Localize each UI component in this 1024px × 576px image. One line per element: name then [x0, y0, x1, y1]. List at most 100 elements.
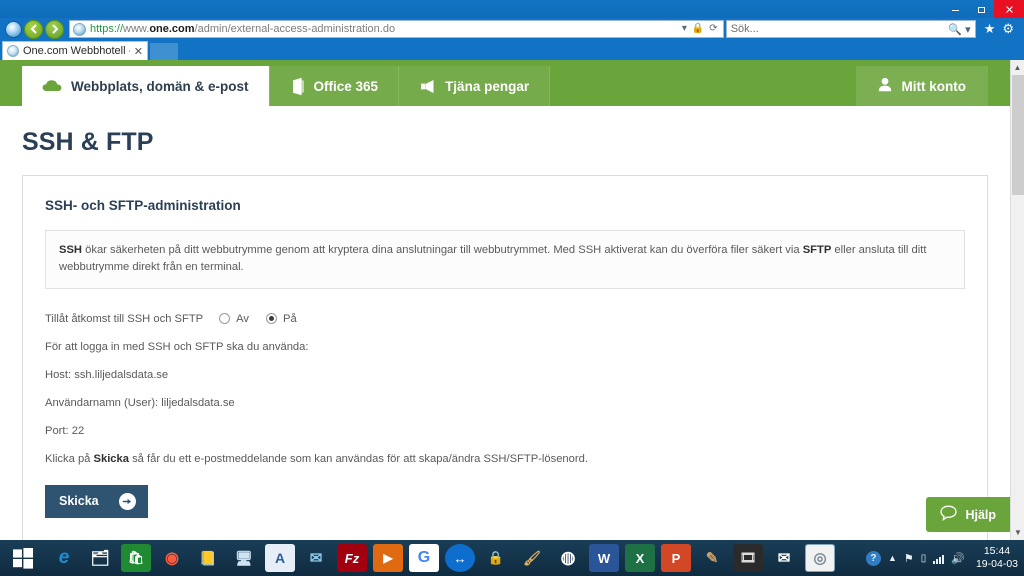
chevron-down-icon[interactable]: ▾ [682, 24, 687, 34]
info-bold-sftp: SFTP [802, 244, 832, 256]
taskbar-item-microsoft-powerpoint[interactable]: P [661, 544, 691, 572]
send-hint-pre: Klicka på [45, 452, 94, 465]
my-account-label: Mitt konto [901, 78, 966, 94]
taskbar-item-google-search[interactable]: G [409, 544, 439, 572]
tab-favicon-icon [7, 45, 19, 57]
page-scrollbar[interactable]: ▲ ▼ [1010, 60, 1024, 540]
user-icon [878, 77, 892, 95]
page-content: SSH & FTP SSH- och SFTP-administration S… [0, 128, 1010, 540]
taskbar-item-mail-client[interactable]: ✉ [769, 544, 799, 572]
info-text-part1: ökar säkerheten på ditt webbutrymme geno… [82, 244, 803, 256]
site-tab-earn-money[interactable]: Tjäna pengar [399, 66, 551, 106]
favorites-star-icon[interactable]: ★ [984, 21, 996, 37]
taskbar-item-internet-explorer[interactable]: e [49, 544, 79, 572]
back-button[interactable] [24, 19, 43, 39]
taskbar-item-microsoft-excel[interactable]: X [625, 544, 655, 572]
taskbar-item-microsoft-word[interactable]: W [589, 544, 619, 572]
taskbar-item-google-chrome[interactable]: ◍ [553, 544, 583, 572]
taskbar-item-file-explorer[interactable]: 🗂 [85, 544, 115, 572]
browser-toolbar-icons: ★ ⚙ [976, 21, 1020, 37]
browser-navigation-bar: https://www.one.com/admin/external-acces… [0, 18, 1024, 40]
help-question-icon[interactable]: ? [865, 550, 881, 566]
volume-icon[interactable]: 🔊 [951, 552, 965, 565]
address-bar[interactable]: https://www.one.com/admin/external-acces… [69, 20, 724, 38]
start-button[interactable] [0, 540, 46, 576]
url-scheme: https:// [90, 23, 124, 35]
site-tab-label: Office 365 [313, 78, 379, 94]
forward-button[interactable] [45, 19, 64, 39]
flag-icon[interactable]: ⚑ [904, 552, 914, 565]
radio-option-on[interactable]: På [265, 312, 297, 325]
url-www: www. [123, 23, 150, 35]
browser-tab[interactable]: One.com Webbhotell - Do... ✕ [2, 41, 148, 60]
scrollbar-thumb[interactable] [1012, 75, 1024, 195]
taskbar-item-photo-tool[interactable]: 🔒 [481, 544, 511, 572]
chat-bubble-icon [940, 505, 958, 524]
search-icon[interactable]: 🔍 ▾ [948, 23, 970, 36]
clock-date: 19-04-03 [975, 558, 1018, 570]
submit-button-label: Skicka [59, 494, 99, 509]
taskbar-item-video-player[interactable]: ▶ [373, 544, 403, 572]
taskbar-item-notes-app[interactable]: 📒 [193, 544, 223, 572]
megaphone-icon [419, 79, 436, 94]
radio-on-label: På [282, 312, 297, 325]
url-path: /admin/external-access-administration.do [194, 23, 396, 35]
taskbar-item-mail-app[interactable]: ✉ [301, 544, 331, 572]
taskbar-item-filezilla[interactable]: Fz [337, 544, 367, 572]
taskbar-item-text-editor[interactable]: A [265, 544, 295, 572]
windows-taskbar: e 🗂 🛍 ◉ 📒 🖥 A ✉ Fz ▶ G ↔ 🔒 🖌 ◍ W X P ✎ 🎞… [0, 540, 1024, 576]
taskbar-item-remote-tool[interactable]: 🖥 [229, 544, 259, 572]
username-line: Användarnamn (User): liljedalsdata.se [45, 396, 235, 409]
scroll-down-arrow-icon[interactable]: ▼ [1011, 525, 1024, 540]
page-viewport: Webbplats, domän & e-post Office 365 Tjä… [0, 60, 1010, 540]
refresh-icon[interactable]: ⟳ [709, 24, 717, 34]
submit-button[interactable]: Skicka [45, 484, 148, 518]
taskbar-item-office-tool[interactable]: 🖌 [517, 544, 547, 572]
signal-bars-icon[interactable] [933, 553, 945, 564]
page-favicon-icon [73, 22, 86, 36]
site-tab-office-365[interactable]: Office 365 [269, 66, 400, 106]
radio-off-icon[interactable] [219, 313, 231, 325]
close-button[interactable] [994, 0, 1024, 18]
help-label: Hjälp [965, 507, 996, 522]
radio-option-off[interactable]: Av [219, 313, 249, 325]
browser-search-field[interactable]: Sök... 🔍 ▾ [725, 20, 976, 38]
site-tab-website-domain-email[interactable]: Webbplats, domän & e-post [22, 66, 270, 106]
minimize-button[interactable] [942, 0, 968, 18]
send-hint-text: Klicka på Skicka så får du ett e-postmed… [45, 453, 965, 465]
office-icon [290, 77, 305, 96]
show-hidden-icons-arrow[interactable]: ▲ [888, 553, 897, 563]
settings-gear-icon[interactable]: ⚙ [1002, 21, 1014, 37]
my-account-button[interactable]: Mitt konto [855, 66, 988, 106]
shield-icon[interactable]: ▯ [921, 553, 927, 564]
access-toggle-label: Tillåt åtkomst till SSH och SFTP [45, 312, 204, 325]
page-title: SSH & FTP [22, 128, 154, 156]
radio-on-icon[interactable] [265, 313, 277, 325]
cloud-icon [42, 79, 62, 93]
new-tab-button[interactable] [150, 43, 178, 60]
taskbar-item-pen-tool[interactable]: ✎ [697, 544, 727, 572]
scroll-up-arrow-icon[interactable]: ▲ [1011, 60, 1024, 75]
taskbar-item-one-com-window[interactable]: ◎ [805, 544, 835, 572]
taskbar-clock[interactable]: 15:44 19-04-03 [972, 545, 1018, 571]
window-title-bar [0, 0, 1024, 18]
lock-icon[interactable]: 🔒 [692, 24, 704, 34]
address-bar-icons: ▾ 🔒 ⟳ [682, 24, 720, 34]
address-bar-url: https://www.one.com/admin/external-acces… [90, 23, 395, 35]
site-tab-label: Webbplats, domän & e-post [71, 78, 249, 94]
taskbar-item-video-editor[interactable]: 🎞 [733, 544, 763, 572]
taskbar-item-windows-store[interactable]: 🛍 [121, 544, 151, 572]
site-tab-label: Tjäna pengar [445, 78, 530, 94]
tab-close-icon[interactable]: ✕ [130, 45, 143, 58]
info-box: SSH ökar säkerheten på ditt webbutrymme … [45, 230, 965, 289]
restore-button[interactable] [968, 0, 994, 18]
taskbar-item-teamviewer[interactable]: ↔ [445, 544, 475, 572]
browser-tab-title: One.com Webbhotell - Do... [23, 45, 130, 57]
taskbar-item-media-player[interactable]: ◉ [157, 544, 187, 572]
send-hint-bold: Skicka [93, 452, 129, 465]
arrow-right-icon [118, 492, 136, 510]
system-tray: ? ▲ ⚑ ▯ 🔊 15:44 19-04-03 [865, 545, 1024, 571]
help-button[interactable]: Hjälp [926, 497, 1010, 532]
radio-off-label: Av [236, 312, 249, 325]
internet-explorer-icon [5, 20, 22, 38]
